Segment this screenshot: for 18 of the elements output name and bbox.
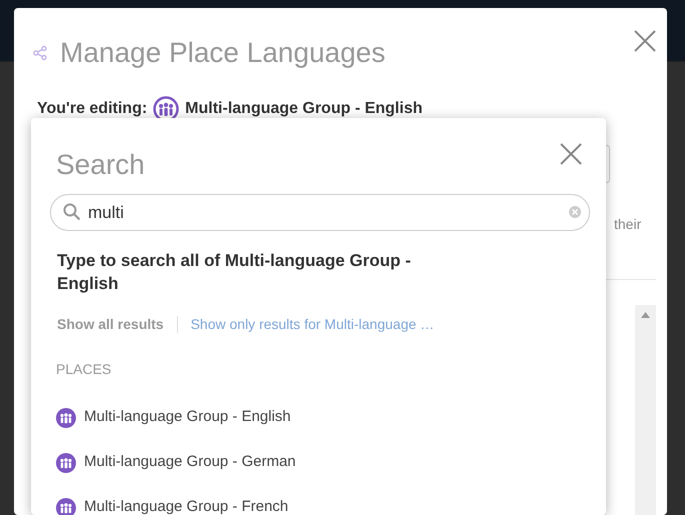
share-icon (32, 45, 48, 61)
result-item[interactable]: Multi-language Group - German (56, 440, 296, 485)
group-icon (56, 408, 76, 428)
search-field[interactable]: multi (50, 194, 590, 231)
search-icon (63, 203, 81, 221)
result-item[interactable]: Multi-language Group - French (56, 485, 296, 515)
description-text: their (614, 215, 642, 234)
editing-place: Multi-language Group - English (185, 99, 422, 119)
dialog-title: Manage Place Languages (60, 36, 386, 70)
group-icon (56, 452, 76, 472)
scroll-up-icon[interactable] (641, 312, 650, 318)
section-heading: PLACES (56, 360, 112, 379)
search-hint: Type to search all of Multi-language Group - English (57, 250, 412, 295)
close-icon[interactable] (633, 29, 657, 53)
result-item[interactable]: Multi-language Group - English (56, 395, 296, 440)
popup-title: Search (56, 148, 145, 182)
editing-label: You're editing: (37, 99, 148, 119)
close-icon[interactable] (560, 143, 582, 165)
